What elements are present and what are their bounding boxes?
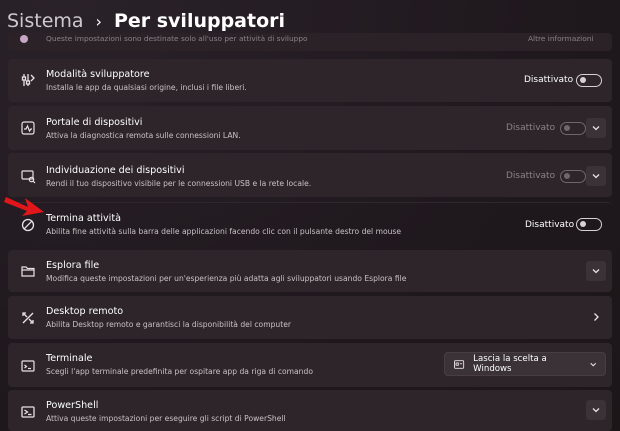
more-info-link[interactable]: Altre informazioni — [528, 34, 593, 43]
setting-row-file-explorer[interactable]: Esplora file Modifica queste impostazion… — [8, 250, 612, 292]
setting-subtitle: Attiva queste impostazioni per eseguire … — [46, 414, 286, 423]
page-title: Per sviluppatori — [113, 10, 286, 32]
setting-title: Desktop remoto — [46, 306, 124, 317]
annotation-arrow-icon — [4, 197, 44, 216]
setting-title: Esplora file — [46, 260, 100, 271]
chevron-down-icon — [592, 174, 600, 179]
toggle-state-label: Disattivato — [524, 75, 574, 85]
setting-row-remote-desktop[interactable]: Desktop remoto Abilita Desktop remoto e … — [8, 296, 612, 339]
setting-row-device-discovery: Individuazione dei dispositivi Rendi il … — [8, 153, 612, 197]
developer-tools-icon — [20, 72, 36, 88]
setting-subtitle: Abilita fine attività sulla barra delle … — [46, 227, 402, 236]
setting-subtitle: Scegli l'app terminale predefinita per o… — [46, 367, 313, 376]
app-window-icon — [454, 359, 465, 369]
setting-row-terminal: Terminale Scegli l'app terminale predefi… — [8, 343, 612, 387]
info-icon — [20, 35, 28, 43]
setting-row-end-task: Termina attività Abilita fine attività s… — [8, 202, 612, 246]
folder-icon — [20, 263, 36, 279]
powershell-icon — [20, 404, 36, 420]
setting-subtitle: Rendi il tuo dispositivo visibile per le… — [46, 179, 312, 188]
expand-button[interactable] — [586, 166, 606, 186]
setting-row-device-portal: Portale di dispositivi Attiva la diagnos… — [8, 106, 612, 150]
breadcrumb-parent[interactable]: Sistema — [7, 10, 84, 32]
setting-title: Modalità sviluppatore — [46, 69, 150, 80]
breadcrumb-separator: › — [95, 11, 102, 31]
expand-button[interactable] — [586, 261, 606, 281]
setting-title: Individuazione dei dispositivi — [46, 165, 185, 176]
setting-row-developer-mode: Modalità sviluppatore Installa le app da… — [8, 59, 612, 102]
chevron-down-icon — [592, 126, 600, 131]
setting-title: Portale di dispositivi — [46, 117, 143, 128]
chevron-right-icon — [590, 311, 602, 323]
setting-row-powershell[interactable]: PowerShell Attiva queste impostazioni pe… — [8, 390, 612, 431]
dropdown-value: Lascia la scelta a Windows — [473, 354, 547, 374]
setting-subtitle: Abilita Desktop remoto e garantisci la d… — [46, 320, 292, 329]
toggle-state-label: Disattivato — [506, 123, 556, 133]
setting-subtitle: Installa le app da qualsiasi origine, in… — [46, 83, 247, 92]
setting-title: Termina attività — [46, 213, 121, 224]
toggle-state-label: Disattivato — [525, 220, 575, 230]
default-terminal-dropdown[interactable]: Lascia la scelta a Windows — [444, 352, 606, 376]
info-text: Queste impostazioni sono destinate solo … — [46, 34, 308, 43]
chevron-down-icon — [592, 408, 600, 413]
breadcrumb: Sistema › Per sviluppatori — [7, 6, 285, 36]
device-discovery-icon — [20, 168, 36, 184]
device-discovery-toggle — [560, 170, 586, 183]
chevron-down-icon — [592, 269, 600, 274]
toggle-state-label: Disattivato — [506, 171, 556, 181]
device-portal-icon — [20, 120, 36, 136]
terminal-icon — [20, 358, 36, 374]
info-row-partial: Queste impostazioni sono destinate solo … — [8, 33, 612, 51]
remote-desktop-icon — [20, 310, 36, 326]
setting-title: Terminale — [46, 353, 93, 364]
setting-subtitle: Modifica queste impostazioni per un'espe… — [46, 274, 407, 283]
expand-button[interactable] — [586, 118, 606, 138]
setting-title: PowerShell — [46, 400, 99, 411]
chevron-down-icon — [589, 362, 596, 367]
setting-subtitle: Attiva la diagnostica remota sulle conne… — [46, 131, 241, 140]
end-task-toggle[interactable] — [576, 218, 602, 231]
expand-button[interactable] — [586, 400, 606, 420]
device-portal-toggle — [560, 122, 586, 135]
developer-mode-toggle[interactable] — [576, 74, 602, 87]
